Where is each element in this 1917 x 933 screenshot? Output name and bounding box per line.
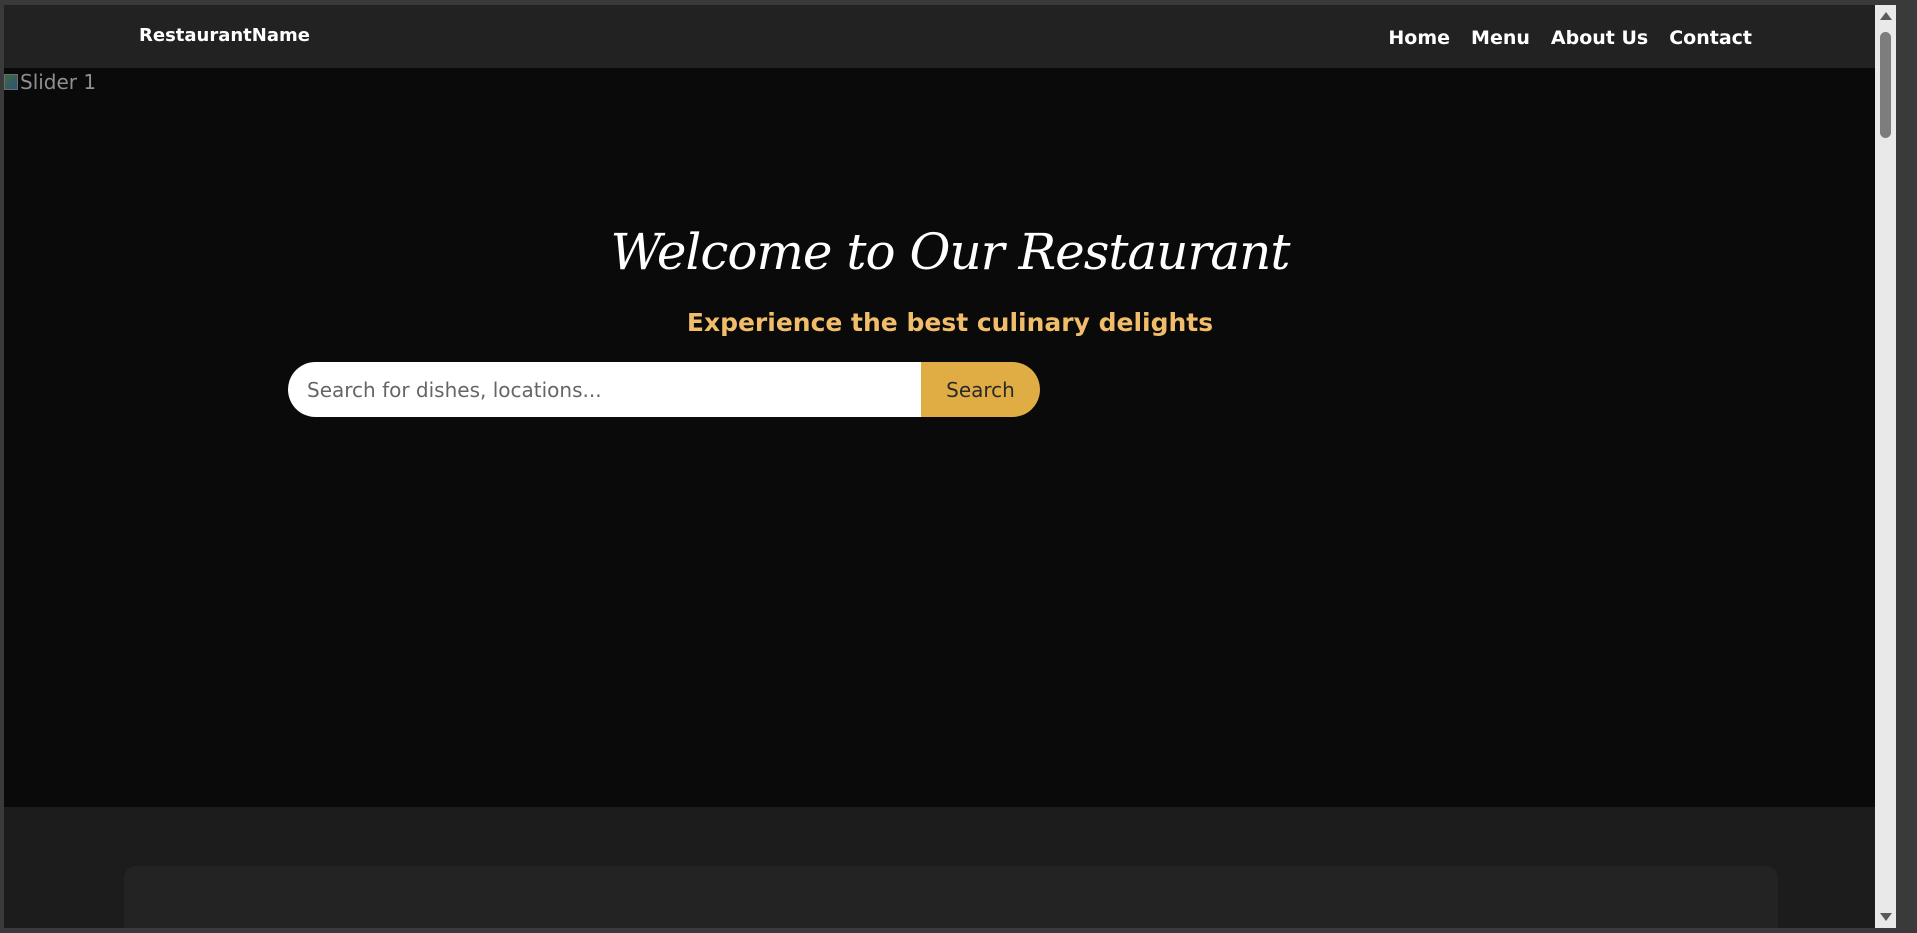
brand-logo[interactable]: RestaurantName xyxy=(139,25,310,46)
chevron-up-icon[interactable] xyxy=(1880,12,1892,20)
nav-link-about-us[interactable]: About Us xyxy=(1551,27,1648,49)
search-form: Search xyxy=(288,362,1040,417)
content-card xyxy=(124,866,1778,928)
search-input[interactable] xyxy=(288,362,921,417)
vertical-scrollbar[interactable] xyxy=(1875,5,1896,928)
hero-subtitle: Experience the best culinary delights xyxy=(686,308,1214,337)
hero-slide-image: Slider 1 xyxy=(4,70,96,94)
browser-viewport: RestaurantName Home Menu About Us Contac… xyxy=(4,5,1896,928)
broken-image-icon xyxy=(4,74,18,90)
chevron-down-icon[interactable] xyxy=(1880,913,1892,921)
hero-slide-image-alt: Slider 1 xyxy=(20,70,97,94)
search-button[interactable]: Search xyxy=(921,362,1040,417)
hero-title: Welcome to Our Restaurant xyxy=(610,223,1291,281)
nav-link-contact[interactable]: Contact xyxy=(1669,27,1752,49)
hero-slider: Slider 1 Welcome to Our Restaurant Exper… xyxy=(4,68,1896,807)
nav-link-menu[interactable]: Menu xyxy=(1471,27,1530,49)
navbar: RestaurantName Home Menu About Us Contac… xyxy=(4,5,1896,68)
nav-links: Home Menu About Us Contact xyxy=(1388,27,1752,49)
nav-link-home[interactable]: Home xyxy=(1388,27,1450,49)
scrollbar-thumb[interactable] xyxy=(1880,32,1891,138)
